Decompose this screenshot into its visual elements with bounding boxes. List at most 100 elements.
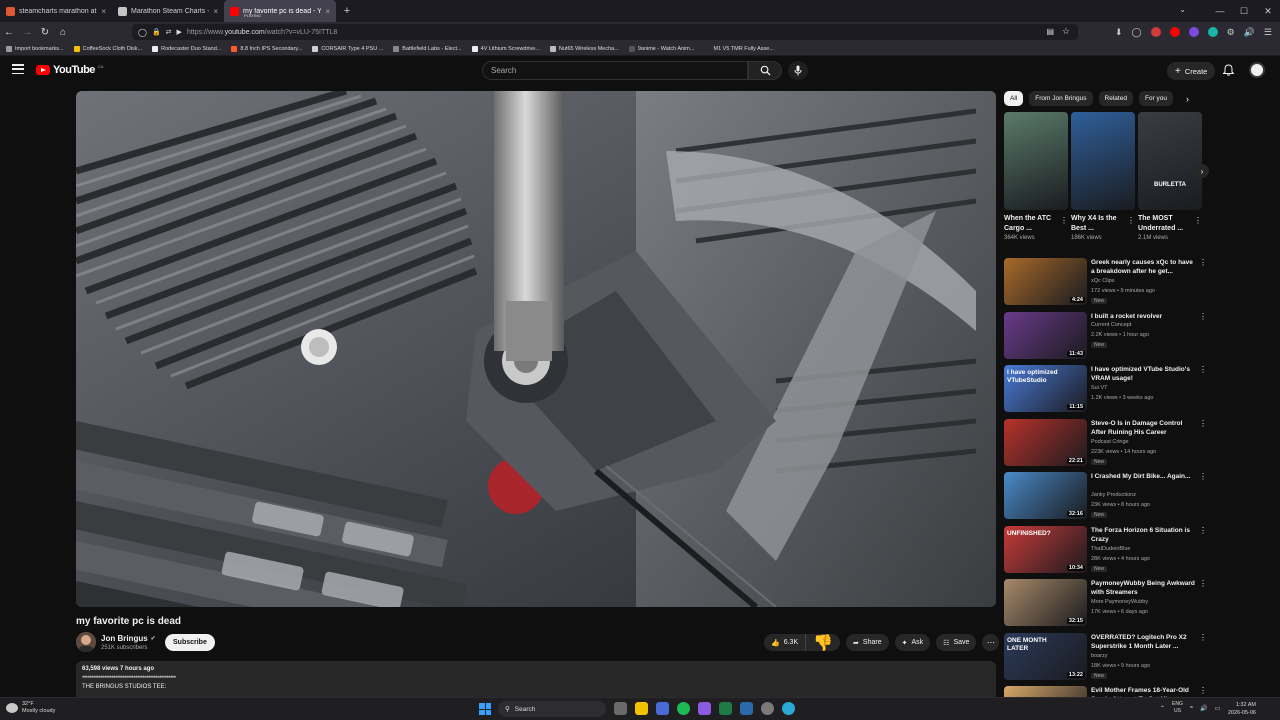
new-tab-icon[interactable]: + xyxy=(336,0,358,22)
shelf-next-button[interactable]: › xyxy=(1195,164,1209,178)
battery-icon[interactable]: ▭ xyxy=(1215,705,1221,712)
filter-chip[interactable]: All xyxy=(1004,91,1024,106)
recommendation-channel[interactable]: xQc Clips xyxy=(1091,278,1115,284)
reader-view-icon[interactable]: ▤ xyxy=(1046,27,1054,36)
clock[interactable]: 1:32 AM 2026-05-06 xyxy=(1226,701,1256,717)
steam-icon[interactable] xyxy=(740,702,753,715)
bookmark-item[interactable]: M1 V5 TMR Fully Asse... xyxy=(704,45,774,52)
browser-tab[interactable]: steamcharts marathon at Duck × xyxy=(0,0,112,22)
subscribe-button[interactable]: Subscribe xyxy=(165,634,215,651)
task-view-icon[interactable] xyxy=(614,702,627,715)
search-button[interactable] xyxy=(748,61,782,80)
language-indicator[interactable]: ENG US xyxy=(1172,701,1183,715)
recommendation-item[interactable]: 22:21 Steve-O Is in Damage Control After … xyxy=(1004,418,1207,467)
wifi-icon[interactable]: ≈ xyxy=(1190,705,1193,711)
close-window-icon[interactable]: ✕ xyxy=(1256,6,1280,17)
filter-chip[interactable]: Related xyxy=(1098,91,1133,106)
shelf-card[interactable]: Why X4 Is the Best ... 186K views ⋮ xyxy=(1071,112,1135,241)
address-bar[interactable]: ◯ 🔒 ⇄ ▶ https://www.youtube.com/watch?v=… xyxy=(132,24,1078,40)
more-vertical-icon[interactable]: ⋮ xyxy=(1199,258,1207,267)
autoplay-icon[interactable]: ▶ xyxy=(177,28,182,36)
recommendation-channel[interactable]: Podcast Cringe xyxy=(1091,439,1129,445)
volume-icon[interactable]: 🔊 xyxy=(1200,705,1207,712)
recommendation-channel[interactable]: ThatDudeinBlue xyxy=(1091,546,1130,552)
extensions-icon[interactable]: ⚙ xyxy=(1227,27,1235,38)
extension-icon-purple[interactable] xyxy=(1188,27,1199,37)
forward-icon[interactable]: → xyxy=(18,27,36,38)
recommendation-item[interactable]: 32:15 PaymoneyWubby Being Awkward with St… xyxy=(1004,579,1207,627)
hamburger-menu-icon[interactable] xyxy=(12,64,24,74)
share-button[interactable]: ➦ Share xyxy=(846,634,889,651)
recommendation-channel[interactable]: boarzy xyxy=(1091,653,1108,659)
dislike-button[interactable]: 👎 xyxy=(806,634,840,652)
more-vertical-icon[interactable]: ⋮ xyxy=(1199,579,1207,588)
extension-icon-youtube[interactable] xyxy=(1169,27,1180,37)
bookmark-item[interactable]: CoffeeSock Cloth Disk... xyxy=(73,45,142,52)
list-all-tabs-icon[interactable]: ⌄ xyxy=(1179,5,1186,14)
browser-tab[interactable]: my favorite pc is dead - YouTub×PLAYING xyxy=(224,0,336,22)
like-button[interactable]: 👍 6.3K xyxy=(764,634,807,651)
bookmark-item[interactable]: 4V Lithium Screwdrive... xyxy=(471,45,540,52)
notifications-button[interactable] xyxy=(1221,63,1235,77)
recommendation-item[interactable]: 11:43 I built a rocket revolver Current Co… xyxy=(1004,311,1207,360)
app-icon-monitor[interactable] xyxy=(656,702,669,715)
bookmark-item[interactable]: Rodecaster Duo Stand... xyxy=(152,45,221,52)
discord-icon[interactable] xyxy=(698,702,711,715)
channel-name[interactable]: Jon Bringus ✔ xyxy=(101,634,156,643)
tab-close-icon[interactable]: × xyxy=(325,7,330,16)
more-vertical-icon[interactable]: ⋮ xyxy=(1199,633,1207,642)
more-vertical-icon[interactable]: ⋮ xyxy=(1199,312,1207,321)
tab-close-icon[interactable]: × xyxy=(101,7,106,16)
lock-icon[interactable]: 🔒 xyxy=(152,28,161,36)
more-actions-button[interactable]: ⋯ xyxy=(982,634,1000,651)
chevron-up-icon[interactable]: ⌃ xyxy=(1160,705,1165,712)
create-button[interactable]: + Create xyxy=(1167,62,1216,80)
youtube-logo[interactable]: YouTube CA xyxy=(36,64,103,76)
bookmark-item[interactable]: 8.8 Inch IPS Secondary... xyxy=(231,45,302,52)
taskbar-search[interactable]: ⚲ Search xyxy=(498,701,606,717)
browser-tab[interactable]: Marathon Steam Charts - Steam × xyxy=(112,0,224,22)
recommendation-item[interactable]: 4:24 Greek nearly causes xQc to have a br… xyxy=(1004,258,1207,306)
extension-icon-red[interactable] xyxy=(1150,27,1161,37)
downloads-icon[interactable]: ⬇ xyxy=(1115,27,1123,38)
video-player[interactable] xyxy=(76,91,996,607)
more-vertical-icon[interactable]: ⋮ xyxy=(1060,216,1068,225)
more-vertical-icon[interactable]: ⋮ xyxy=(1127,216,1135,225)
browser-icon[interactable] xyxy=(782,702,795,715)
home-icon[interactable]: ⌂ xyxy=(54,27,72,38)
weather-widget[interactable]: 32°F Mostly cloudy xyxy=(6,701,55,715)
account-icon[interactable]: ◯ xyxy=(1132,27,1142,38)
account-avatar[interactable] xyxy=(1249,62,1265,78)
tab-close-icon[interactable]: × xyxy=(213,7,218,16)
search-input[interactable]: Search xyxy=(482,61,748,80)
channel-avatar[interactable] xyxy=(76,632,96,652)
tracking-shield-icon[interactable]: ◯ xyxy=(138,28,147,37)
bookmark-item[interactable]: CORSAIR Type 4 PSU ... xyxy=(312,45,383,52)
more-vertical-icon[interactable]: ⋮ xyxy=(1199,526,1207,535)
more-vertical-icon[interactable]: ⋮ xyxy=(1194,216,1202,225)
save-button[interactable]: ☷ Save xyxy=(936,634,977,651)
speaker-icon[interactable]: 🔊 xyxy=(1244,27,1255,38)
recommendation-item[interactable]: UNFINISHED? 10:34 The Forza Horizon 6 Situ… xyxy=(1004,525,1207,574)
settings-icon[interactable] xyxy=(761,702,774,715)
extension-icon-teal[interactable] xyxy=(1207,27,1218,37)
bookmark-item[interactable]: Battlefield Labs - Elect... xyxy=(393,45,462,52)
more-vertical-icon[interactable]: ⋮ xyxy=(1199,419,1207,428)
recommendation-channel[interactable]: Current Concept xyxy=(1091,322,1131,328)
shelf-card[interactable]: BURLETTA The MOST Underrated ... 2.1M view… xyxy=(1138,112,1202,241)
bookmark-star-icon[interactable]: ☆ xyxy=(1062,26,1070,37)
bookmark-item[interactable]: 9anime - Watch Anim... xyxy=(628,45,694,52)
recommendation-channel[interactable]: Sui VT xyxy=(1091,385,1108,391)
recommendation-item[interactable]: 32:16 I Crashed My Dirt Bike... Again... J… xyxy=(1004,472,1207,520)
chevron-right-icon[interactable]: › xyxy=(1186,94,1198,106)
recommendation-item[interactable]: I have optimized VTubeStudio 11:15 I have … xyxy=(1004,365,1207,413)
excel-icon[interactable] xyxy=(719,702,732,715)
more-vertical-icon[interactable]: ⋮ xyxy=(1199,472,1207,481)
voice-search-button[interactable] xyxy=(788,61,808,80)
permissions-icon[interactable]: ⇄ xyxy=(166,28,172,36)
filter-chip[interactable]: For you xyxy=(1138,91,1173,106)
filter-chip[interactable]: From Jon Bringus xyxy=(1029,91,1093,106)
maximize-icon[interactable]: ☐ xyxy=(1232,6,1256,17)
more-vertical-icon[interactable]: ⋮ xyxy=(1199,365,1207,374)
reload-icon[interactable]: ↻ xyxy=(36,27,54,38)
